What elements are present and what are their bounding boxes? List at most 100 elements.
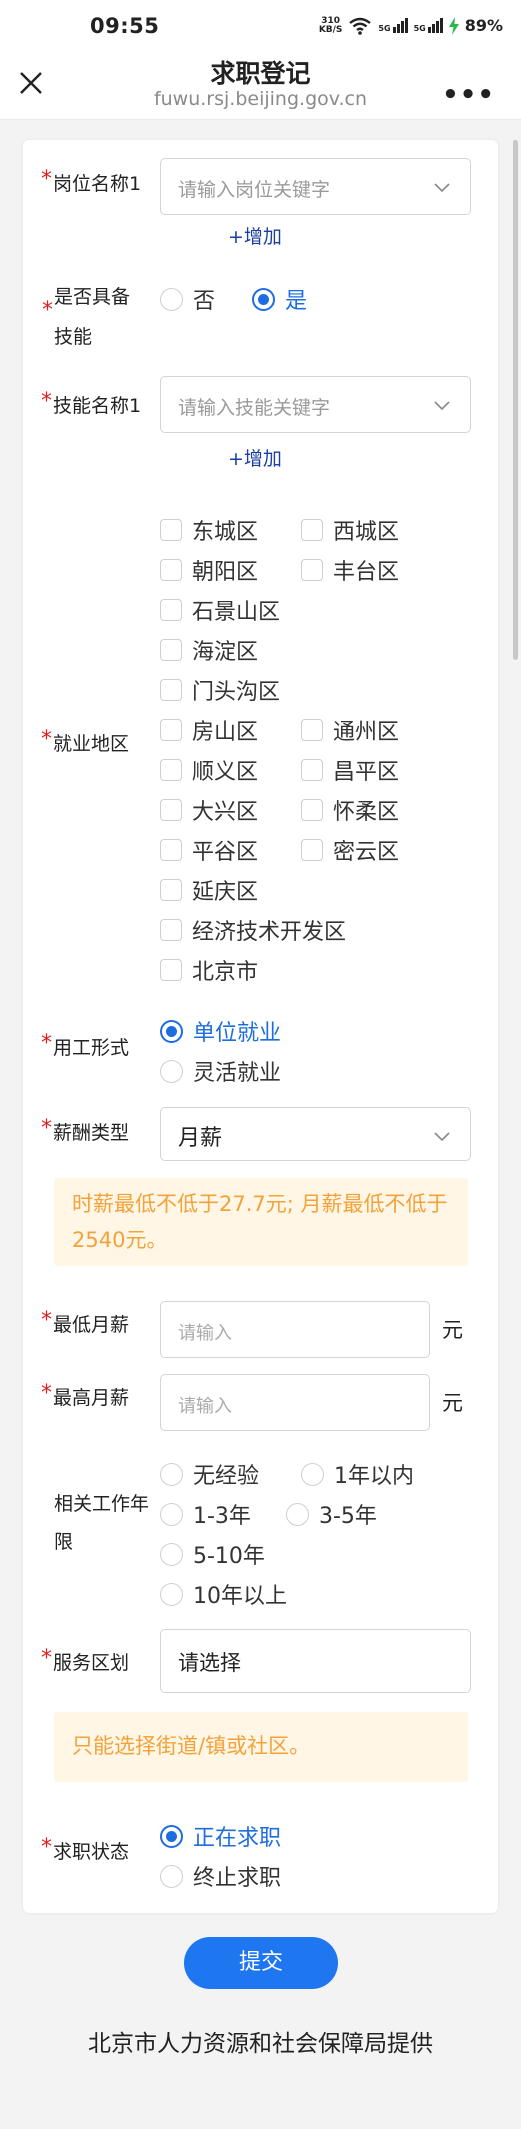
area-option[interactable]: 昌平区: [301, 754, 399, 786]
required-mark: *: [41, 167, 52, 192]
min-salary-unit: 元: [442, 1318, 463, 1342]
area-option[interactable]: 北京市: [160, 954, 258, 986]
checkbox-icon: [301, 559, 323, 581]
max-salary-label: * 最高月薪: [41, 1381, 130, 1409]
battery-level: 89%: [464, 16, 503, 35]
has-skill-yes-option[interactable]: 是: [252, 283, 307, 315]
checkbox-icon: [160, 599, 182, 621]
title-bar: 求职登记 fuwu.rsj.beijing.gov.cn •••: [0, 58, 521, 120]
network-speed: 310 KB/S: [318, 15, 343, 35]
min-salary-input[interactable]: 请输入: [160, 1301, 430, 1358]
status-bar: 09:55 310 KB/S 5G 5G 89%: [0, 0, 521, 58]
checkbox-icon: [301, 759, 323, 781]
employment-type-label: * 用工形式: [41, 1031, 130, 1059]
experience-label: 相关工作年 限: [54, 1493, 150, 1553]
checkbox-icon: [160, 639, 182, 661]
radio-icon: [160, 1864, 183, 1888]
area-option[interactable]: 怀柔区: [301, 794, 399, 826]
job-status-seeking-option[interactable]: 正在求职: [160, 1820, 281, 1852]
area-label: * 就业地区: [41, 727, 130, 755]
area-option[interactable]: 密云区: [301, 834, 399, 866]
radio-icon: [301, 1462, 324, 1486]
radio-icon: [160, 1582, 183, 1606]
experience-option[interactable]: 5-10年: [160, 1538, 265, 1570]
radio-icon: [160, 1462, 183, 1486]
radio-icon: [160, 1059, 183, 1083]
experience-option[interactable]: 1年以内: [301, 1458, 414, 1490]
charging-icon: [448, 16, 459, 35]
area-option[interactable]: 顺义区: [160, 754, 258, 786]
area-option[interactable]: 海淀区: [160, 634, 258, 666]
employment-flexible-option[interactable]: 灵活就业: [160, 1055, 281, 1087]
service-area-select[interactable]: 请选择: [160, 1629, 471, 1693]
chevron-down-icon: [434, 401, 450, 411]
signal-icon-a: 5G: [378, 18, 408, 33]
area-option[interactable]: 石景山区: [160, 594, 280, 626]
salary-type-label: * 薪酬类型: [41, 1116, 130, 1144]
area-option[interactable]: 西城区: [301, 514, 399, 546]
area-option[interactable]: 丰台区: [301, 554, 399, 586]
checkbox-icon: [160, 879, 182, 901]
checkbox-icon: [160, 759, 182, 781]
area-option[interactable]: 门头沟区: [160, 674, 280, 706]
chevron-down-icon: [434, 183, 450, 193]
checkbox-icon: [160, 679, 182, 701]
checkbox-icon: [160, 559, 182, 581]
service-area-notice: 只能选择街道/镇或社区。: [54, 1712, 468, 1782]
experience-option[interactable]: 3-5年: [286, 1498, 377, 1530]
wifi-icon: [349, 17, 372, 35]
max-salary-unit: 元: [442, 1391, 463, 1415]
job-name-select[interactable]: 请输入岗位关键字: [160, 158, 471, 215]
area-option[interactable]: 经济技术开发区: [160, 914, 346, 946]
min-salary-label: * 最低月薪: [41, 1308, 130, 1336]
radio-checked-icon: [160, 1019, 183, 1043]
checkbox-icon: [160, 839, 182, 861]
area-option[interactable]: 通州区: [301, 714, 399, 746]
experience-option[interactable]: 无经验: [160, 1458, 259, 1490]
checkbox-icon: [301, 799, 323, 821]
checkbox-icon: [160, 959, 182, 981]
radio-checked-icon: [160, 1824, 183, 1848]
more-menu-icon[interactable]: •••: [442, 80, 495, 110]
skill-name-label: * 技能名称1: [41, 389, 142, 417]
job-name-label: * 岗位名称1: [41, 167, 142, 195]
add-job-link[interactable]: +增加: [228, 222, 282, 249]
experience-option[interactable]: 1-3年: [160, 1498, 251, 1530]
salary-type-select[interactable]: 月薪: [160, 1107, 471, 1161]
max-salary-input[interactable]: 请输入: [160, 1374, 430, 1431]
radio-icon: [160, 1542, 183, 1566]
add-skill-link[interactable]: +增加: [228, 444, 282, 471]
employment-unit-option[interactable]: 单位就业: [160, 1015, 281, 1047]
area-option[interactable]: 朝阳区: [160, 554, 258, 586]
skill-name-select[interactable]: 请输入技能关键字: [160, 376, 471, 433]
form-card: * 岗位名称1 请输入岗位关键字 +增加 * 是否具备 技能 否 是 * 技能名称1…: [23, 140, 498, 1913]
submit-button[interactable]: 提交: [184, 1937, 338, 1989]
job-status-label: * 求职状态: [41, 1835, 130, 1863]
service-area-label: * 服务区划: [41, 1646, 130, 1674]
checkbox-icon: [301, 719, 323, 741]
experience-option[interactable]: 10年以上: [160, 1578, 287, 1610]
radio-checked-icon: [252, 287, 275, 311]
radio-icon: [160, 1502, 183, 1526]
checkbox-icon: [160, 919, 182, 941]
scrollbar[interactable]: [513, 140, 518, 660]
signal-icon-b: 5G: [414, 18, 443, 33]
radio-icon: [286, 1502, 309, 1526]
has-skill-no-option[interactable]: 否: [160, 283, 215, 315]
chevron-down-icon: [434, 1132, 450, 1142]
radio-icon: [160, 287, 183, 311]
area-option[interactable]: 平谷区: [160, 834, 258, 866]
status-time: 09:55: [90, 14, 160, 38]
has-skill-label: * 是否具备 技能: [42, 286, 131, 348]
salary-notice: 时薪最低不低于27.7元; 月薪最低不低于2540元。: [54, 1178, 468, 1266]
area-option[interactable]: 延庆区: [160, 874, 258, 906]
checkbox-icon: [160, 519, 182, 541]
area-option[interactable]: 房山区: [160, 714, 258, 746]
area-option[interactable]: 东城区: [160, 514, 258, 546]
footer-provider: 北京市人力资源和社会保障局提供: [88, 2031, 433, 2057]
job-status-stopped-option[interactable]: 终止求职: [160, 1860, 281, 1892]
checkbox-icon: [160, 719, 182, 741]
checkbox-icon: [160, 799, 182, 821]
area-option[interactable]: 大兴区: [160, 794, 258, 826]
status-icons: 310 KB/S 5G 5G 89%: [319, 16, 503, 35]
